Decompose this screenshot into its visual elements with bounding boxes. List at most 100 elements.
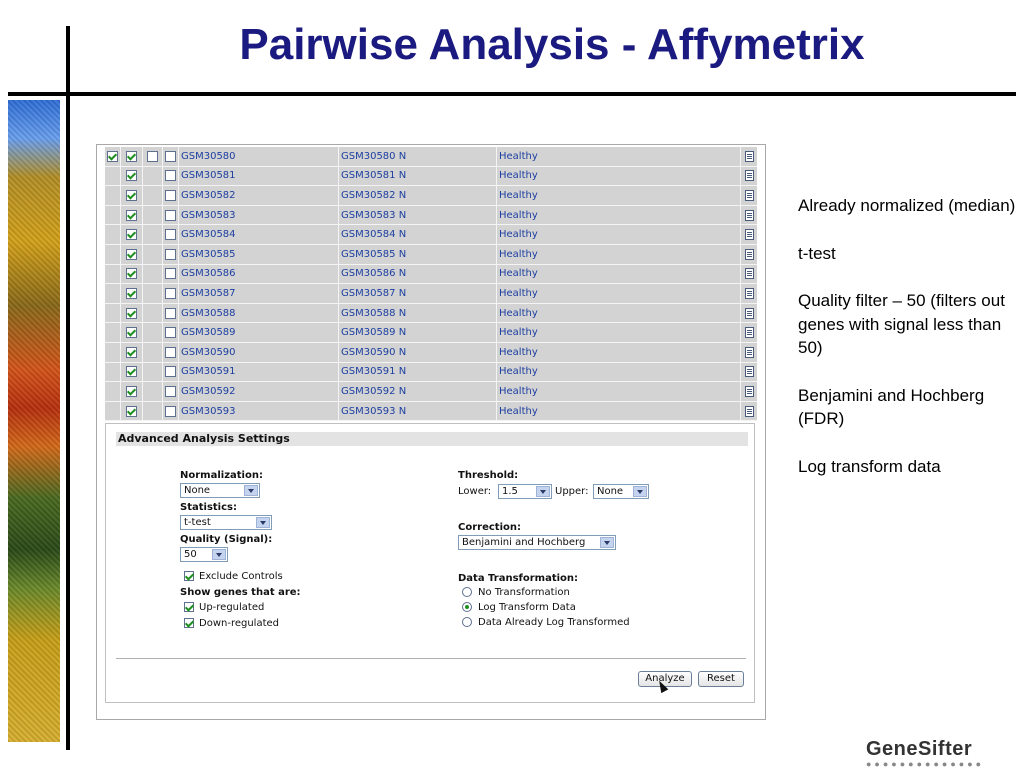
reset-button[interactable]: Reset xyxy=(698,671,744,687)
group-a-cell xyxy=(121,166,143,186)
details-cell xyxy=(741,245,757,264)
document-icon[interactable] xyxy=(744,229,754,241)
sample-name: GSM30586 N xyxy=(339,264,497,284)
sample-name: GSM30581 N xyxy=(339,166,497,186)
statistics-select[interactable]: t-test xyxy=(180,515,272,530)
document-icon[interactable] xyxy=(744,189,754,201)
row-select-cell xyxy=(105,264,121,284)
group-a-checkbox[interactable] xyxy=(126,405,137,417)
table-row: GSM30590 GSM30590 N Healthy xyxy=(105,342,757,363)
document-icon[interactable] xyxy=(744,405,754,417)
statistics-value: t-test xyxy=(184,517,211,528)
group-a-checkbox[interactable] xyxy=(126,366,137,378)
up-regulated-checkbox[interactable] xyxy=(184,602,194,612)
sample-id: GSM30582 xyxy=(179,186,339,205)
no-transformation-radio[interactable] xyxy=(462,587,472,597)
row-select-cell xyxy=(105,166,121,186)
group-c-checkbox[interactable] xyxy=(165,405,176,417)
quality-value: 50 xyxy=(184,549,197,560)
group-a-checkbox[interactable] xyxy=(126,346,137,358)
group-a-cell xyxy=(121,147,143,166)
group-c-cell xyxy=(163,323,179,342)
group-c-checkbox[interactable] xyxy=(165,150,176,162)
group-c-checkbox[interactable] xyxy=(165,229,176,241)
group-c-checkbox[interactable] xyxy=(165,346,176,358)
document-icon[interactable] xyxy=(744,385,754,397)
vertical-rule xyxy=(66,26,70,750)
group-b-checkbox[interactable] xyxy=(147,150,158,162)
sample-name: GSM30582 N xyxy=(339,186,497,205)
group-c-cell xyxy=(163,166,179,186)
group-a-checkbox[interactable] xyxy=(126,268,137,280)
document-icon[interactable] xyxy=(744,248,754,260)
note-item: Benjamini and Hochberg (FDR) xyxy=(798,385,985,429)
note-item: Already normalized (median) xyxy=(798,196,1016,215)
group-a-checkbox[interactable] xyxy=(126,327,137,339)
row-select-cell xyxy=(105,323,121,342)
exclude-controls-checkbox[interactable] xyxy=(184,571,194,581)
table-row: GSM30584 GSM30584 N Healthy xyxy=(105,225,757,245)
group-c-checkbox[interactable] xyxy=(165,287,176,299)
down-regulated-checkbox[interactable] xyxy=(184,618,194,628)
threshold-lower-value: 1.5 xyxy=(502,486,518,497)
row-select-cell xyxy=(105,362,121,382)
group-c-checkbox[interactable] xyxy=(165,307,176,319)
threshold-upper-select[interactable]: None xyxy=(593,484,649,499)
group-c-checkbox[interactable] xyxy=(165,170,176,182)
group-b-cell xyxy=(143,205,163,225)
transformation-label: Data Transformation: xyxy=(458,573,579,584)
group-c-checkbox[interactable] xyxy=(165,385,176,397)
row-select-checkbox[interactable] xyxy=(107,150,118,162)
advanced-settings-panel: Advanced Analysis Settings Normalization… xyxy=(105,423,755,703)
document-icon[interactable] xyxy=(744,268,754,280)
document-icon[interactable] xyxy=(744,327,754,339)
group-c-checkbox[interactable] xyxy=(165,327,176,339)
exclude-controls-label: Exclude Controls xyxy=(199,571,283,582)
log-transform-label: Log Transform Data xyxy=(478,602,576,613)
group-b-cell xyxy=(143,186,163,205)
document-icon[interactable] xyxy=(744,170,754,182)
log-transform-radio[interactable] xyxy=(462,602,472,612)
group-c-checkbox[interactable] xyxy=(165,366,176,378)
sample-group: Healthy xyxy=(497,284,741,303)
group-a-checkbox[interactable] xyxy=(126,150,137,162)
group-c-checkbox[interactable] xyxy=(165,268,176,280)
group-a-checkbox[interactable] xyxy=(126,209,137,221)
document-icon[interactable] xyxy=(744,366,754,378)
details-cell xyxy=(741,284,757,303)
group-a-checkbox[interactable] xyxy=(126,248,137,260)
correction-select[interactable]: Benjamini and Hochberg xyxy=(458,535,616,550)
already-log-transformed-radio[interactable] xyxy=(462,617,472,627)
group-a-checkbox[interactable] xyxy=(126,307,137,319)
sample-group: Healthy xyxy=(497,264,741,284)
row-select-cell xyxy=(105,147,121,166)
document-icon[interactable] xyxy=(744,209,754,221)
group-a-checkbox[interactable] xyxy=(126,385,137,397)
sample-id: GSM30591 xyxy=(179,362,339,382)
group-a-checkbox[interactable] xyxy=(126,189,137,201)
group-b-cell xyxy=(143,264,163,284)
normalization-select[interactable]: None xyxy=(180,483,260,498)
row-select-cell xyxy=(105,244,121,264)
group-a-checkbox[interactable] xyxy=(126,229,137,241)
group-a-cell xyxy=(121,205,143,225)
row-select-cell xyxy=(105,186,121,205)
group-a-checkbox[interactable] xyxy=(126,170,137,182)
settings-divider xyxy=(116,658,746,659)
group-c-checkbox[interactable] xyxy=(165,248,176,260)
correction-label: Correction: xyxy=(458,522,521,533)
no-transformation-label: No Transformation xyxy=(478,587,570,598)
quality-select[interactable]: 50 xyxy=(180,547,228,562)
details-cell xyxy=(741,265,757,284)
document-icon[interactable] xyxy=(744,307,754,319)
document-icon[interactable] xyxy=(744,287,754,299)
group-c-cell xyxy=(163,382,179,401)
group-c-checkbox[interactable] xyxy=(165,209,176,221)
app-screenshot: GSM30580 GSM30580 N Healthy GSM30581 GSM3058… xyxy=(96,144,766,720)
document-icon[interactable] xyxy=(744,150,754,162)
group-a-checkbox[interactable] xyxy=(126,287,137,299)
sample-id: GSM30581 xyxy=(179,166,339,186)
document-icon[interactable] xyxy=(744,346,754,358)
group-c-checkbox[interactable] xyxy=(165,189,176,201)
threshold-lower-select[interactable]: 1.5 xyxy=(498,484,552,499)
